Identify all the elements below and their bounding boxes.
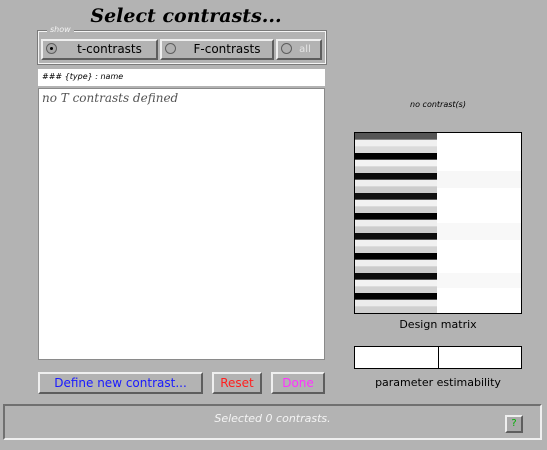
design-matrix-block <box>355 239 437 247</box>
design-matrix-block <box>355 139 437 147</box>
radio-selected-icon <box>46 43 57 54</box>
design-matrix-block <box>355 213 437 221</box>
design-matrix-block <box>355 279 437 287</box>
f-contrasts-radio[interactable]: F-contrasts <box>160 39 274 60</box>
design-matrix-block <box>355 273 437 281</box>
design-matrix-block <box>355 186 437 194</box>
define-new-contrast-button[interactable]: Define new contrast... <box>38 372 203 394</box>
estimability-divider <box>438 347 439 368</box>
design-matrix-block <box>355 246 437 254</box>
contrast-list-header: ### {type} : name <box>38 69 325 86</box>
design-matrix-block <box>355 253 437 261</box>
f-contrasts-label: F-contrasts <box>193 42 261 56</box>
help-button[interactable]: ? <box>505 415 523 433</box>
status-text: Selected 0 contrasts. <box>214 412 331 425</box>
empty-list-message: no T contrasts defined <box>42 91 179 105</box>
design-matrix-block <box>355 173 437 181</box>
design-matrix-image <box>354 132 522 314</box>
contrast-caption: no contrast(s) <box>410 100 466 109</box>
design-matrix-block <box>355 146 437 154</box>
design-matrix-block <box>355 293 437 301</box>
design-matrix-block <box>355 299 437 307</box>
done-button[interactable]: Done <box>271 372 325 394</box>
design-matrix-block <box>355 179 437 187</box>
design-matrix-block <box>355 226 437 234</box>
design-matrix-label: Design matrix <box>399 318 477 331</box>
all-contrasts-radio[interactable]: all <box>276 39 322 60</box>
t-contrasts-radio[interactable]: t-contrasts <box>41 39 158 60</box>
design-matrix-block <box>355 193 437 201</box>
reset-button[interactable]: Reset <box>212 372 262 394</box>
design-matrix-block <box>355 133 437 141</box>
design-matrix-block <box>355 219 437 227</box>
t-contrasts-label: t-contrasts <box>77 42 142 56</box>
parameter-estimability-bar <box>354 346 522 369</box>
design-matrix-block <box>355 233 437 241</box>
design-matrix-block <box>355 206 437 214</box>
design-matrix-block <box>355 286 437 294</box>
design-matrix-block <box>355 266 437 274</box>
contrast-listbox[interactable]: no T contrasts defined <box>38 88 325 360</box>
all-contrasts-label: all <box>299 44 311 55</box>
design-matrix-block <box>355 259 437 267</box>
parameter-estimability-label: parameter estimability <box>375 376 501 389</box>
show-filter-legend: show <box>47 25 74 35</box>
design-matrix-block <box>355 159 437 167</box>
design-matrix-block <box>355 166 437 174</box>
radio-unselected-icon <box>281 43 292 54</box>
design-matrix-graphic <box>355 133 521 313</box>
design-matrix-block <box>355 306 437 313</box>
design-matrix-block <box>355 199 437 207</box>
radio-unselected-icon <box>165 43 176 54</box>
design-matrix-block <box>355 153 437 161</box>
status-bar: Selected 0 contrasts. ? <box>3 404 542 440</box>
